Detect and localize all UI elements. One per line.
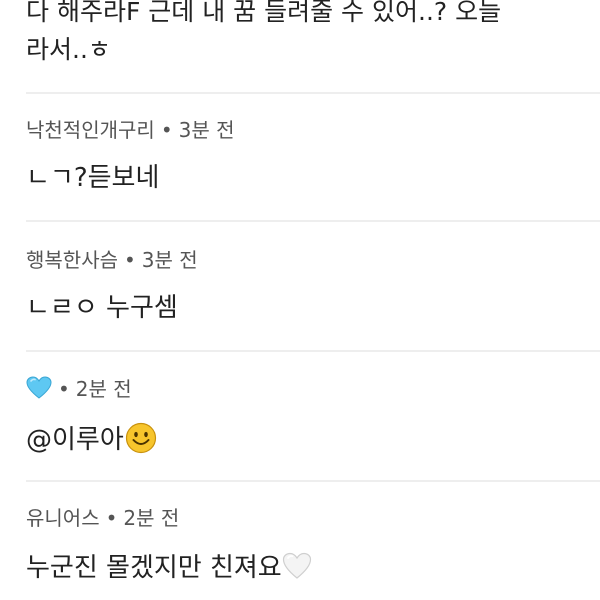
comment-item[interactable]: • 2분 전 @이루아 (0, 350, 600, 480)
comment-time: 3분 전 (178, 118, 235, 142)
comment-meta: 유니어스 • 2분 전 (26, 506, 179, 530)
meta-separator: • (58, 377, 70, 401)
white-heart-icon (282, 552, 312, 580)
meta-separator: • (124, 248, 136, 272)
comment-text-line: 다 해주라F 근데 내 꿈 들려줄 수 있어..? 오늘 (26, 0, 502, 26)
comment-time: 2분 전 (75, 377, 132, 401)
light-blue-heart-icon[interactable] (26, 376, 52, 400)
comment-text: @이루아 (26, 425, 124, 455)
comment-item[interactable]: 유니어스 • 2분 전 누군진 몰겠지만 친져요 (0, 480, 600, 600)
comment-text-container: @이루아 (26, 422, 157, 456)
comment-meta: • 2분 전 (26, 376, 132, 401)
comment-text: ㄴㄹㅇ 누구셈 (26, 293, 178, 323)
comment-author[interactable]: 유니어스 (26, 506, 100, 530)
comment-list: 다 해주라F 근데 내 꿈 들려줄 수 있어..? 오늘 라서..ㅎ 낙천적인개… (0, 0, 600, 600)
comment-meta: 행복한사슴 • 3분 전 (26, 248, 198, 272)
comment-time: 3분 전 (141, 248, 198, 272)
comment-text: 누군진 몰겠지만 친져요 (26, 553, 282, 583)
smiley-face-icon (125, 422, 157, 454)
comment-item[interactable]: 행복한사슴 • 3분 전 ㄴㄹㅇ 누구셈 (0, 220, 600, 350)
comment-item-top: 다 해주라F 근데 내 꿈 들려줄 수 있어..? 오늘 라서..ㅎ (0, 0, 600, 92)
comment-author[interactable]: 낙천적인개구리 (26, 118, 155, 142)
comment-meta: 낙천적인개구리 • 3분 전 (26, 118, 235, 142)
comment-text-line: 라서..ㅎ (26, 35, 111, 64)
comment-text: ㄴㄱ?듣보네 (26, 163, 160, 193)
meta-separator: • (105, 506, 118, 530)
comment-text-container: 누군진 몰겠지만 친져요 (26, 552, 312, 584)
comment-item[interactable]: 낙천적인개구리 • 3분 전 ㄴㄱ?듣보네 (0, 92, 600, 220)
comment-time: 2분 전 (123, 506, 180, 530)
comment-author[interactable]: 행복한사슴 (26, 248, 118, 272)
meta-separator: • (160, 118, 173, 142)
